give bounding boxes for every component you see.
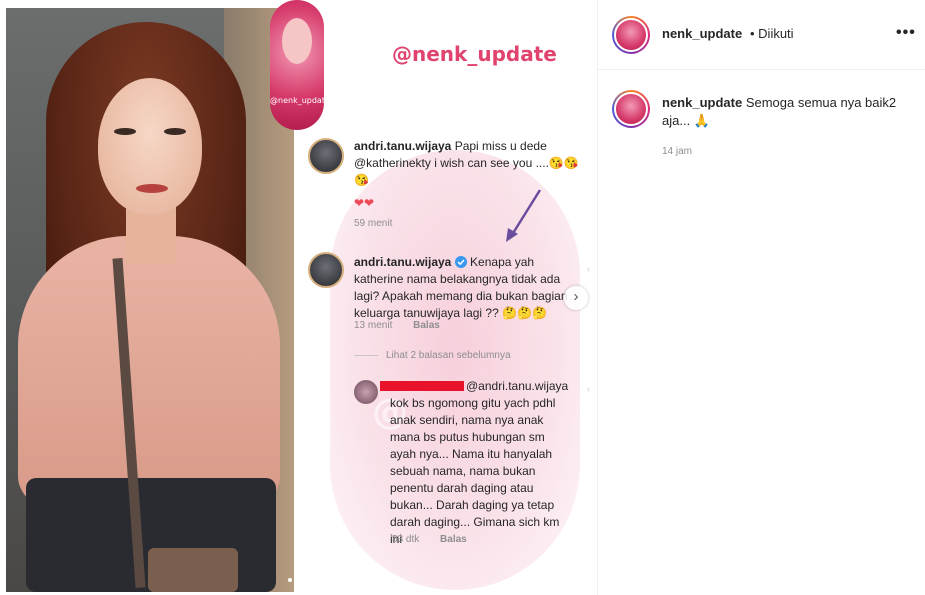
- photo-face: [98, 78, 202, 214]
- comment-1: andri.tanu.wijaya Papi miss u dede @kath…: [354, 138, 586, 189]
- more-options-icon[interactable]: •••: [896, 24, 916, 42]
- reply-link[interactable]: Balas: [413, 320, 440, 331]
- view-replies-link[interactable]: Lihat 2 balasan sebelumnya: [354, 350, 511, 361]
- reply-avatar: [354, 380, 378, 404]
- next-chevron-right-icon[interactable]: ›: [564, 286, 588, 310]
- comment-time: 59 menit: [354, 218, 393, 229]
- post-side-panel: nenk_update • Diikuti ••• nenk_update Se…: [598, 0, 925, 595]
- brand-handle: @nenk_update: [392, 42, 557, 66]
- caption-username[interactable]: nenk_update: [662, 95, 742, 110]
- view-replies-text: Lihat 2 balasan sebelumnya: [386, 350, 511, 361]
- photo-eye-right: [164, 128, 186, 135]
- verified-badge-icon: [454, 256, 467, 268]
- comment-avatar: [308, 252, 344, 288]
- brand-avatar-image: @nenk_update: [270, 0, 324, 130]
- edge-mark: ‹: [587, 264, 590, 274]
- arrow-annotation-icon: [506, 189, 542, 242]
- follow-status[interactable]: • Diikuti: [750, 26, 794, 41]
- caption-avatar[interactable]: [612, 90, 650, 128]
- header-username[interactable]: nenk_update: [662, 26, 742, 41]
- divider-line: [354, 354, 378, 356]
- reply-link[interactable]: Balas: [440, 534, 467, 545]
- caption-avatar-image: [614, 92, 648, 126]
- post-header: nenk_update • Diikuti •••: [598, 0, 925, 70]
- post-caption: nenk_update Semoga semua nya baik2 aja..…: [662, 94, 902, 130]
- carousel-dot: [288, 578, 292, 582]
- brand-avatar-text: @nenk_update: [270, 96, 324, 105]
- header-avatar[interactable]: [612, 16, 650, 54]
- comment-username: andri.tanu.wijaya: [354, 139, 452, 153]
- photo-eye-left: [114, 128, 136, 135]
- edge-mark: ‹: [587, 384, 590, 394]
- heart-icon: ❤❤: [354, 196, 375, 210]
- comment-username: andri.tanu.wijaya: [354, 255, 452, 269]
- woman-photo: [6, 8, 294, 592]
- reply-mention: @andri.tanu.wijaya: [466, 379, 569, 393]
- comment-meta: 13 menit Balas: [354, 320, 440, 331]
- photo-bag: [148, 548, 238, 592]
- redacted-username-bar: [380, 381, 464, 391]
- comment-time: 13 menit: [354, 320, 393, 331]
- reply-meta: 53 dtk Balas: [392, 534, 467, 545]
- photo-top: [18, 236, 280, 506]
- reply-text: kok bs ngomong gitu yach pdhl anak sendi…: [390, 396, 560, 546]
- comment-avatar: [308, 138, 344, 174]
- brand-avatar-face: [282, 18, 312, 64]
- post-timestamp[interactable]: 14 jam: [662, 146, 692, 157]
- header-avatar-image: [614, 18, 648, 52]
- comment-2: andri.tanu.wijaya Kenapa yah katherine n…: [354, 254, 586, 322]
- photo-lips: [136, 184, 168, 193]
- reply-time: 53 dtk: [392, 534, 420, 545]
- post-media[interactable]: @nenk_update @nenk_update @ andri.tanu.w…: [0, 0, 598, 595]
